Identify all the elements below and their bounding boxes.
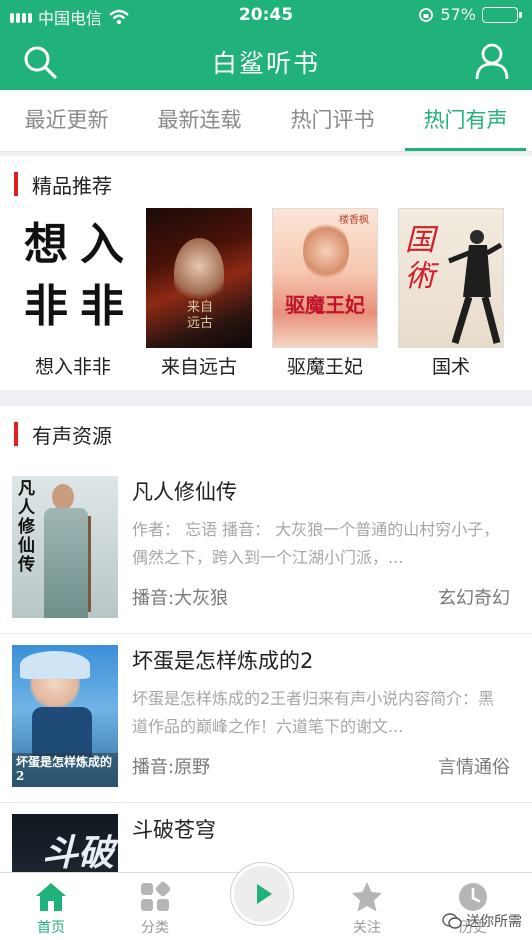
featured-caption: 想入非非 — [34, 356, 111, 378]
battery-icon — [482, 6, 522, 23]
featured-caption: 驱魔王妃 — [286, 356, 363, 378]
wechat-icon — [442, 913, 462, 929]
home-icon — [36, 883, 66, 911]
cover-glyph: 远古 — [186, 316, 213, 331]
cover-glyph: 凡人修仙传 — [18, 479, 35, 575]
featured-heading: 精品推荐 — [14, 172, 112, 198]
book-narrator: 播音:大灰狼 — [132, 588, 229, 609]
cover-glyph: 坏蛋是怎样炼成的2 — [16, 755, 113, 783]
featured-section: 精品推荐 想 入 非 非 想入非非 来自 远古 来自远古 楼香枫 驱魔王妃 驱魔… — [0, 156, 532, 390]
book-title: 斗破苍穹 — [132, 818, 216, 842]
book-cover: 楼香枫 驱魔王妃 — [272, 208, 378, 348]
book-title: 凡人修仙传 — [132, 480, 237, 504]
cover-author: 楼香枫 — [339, 215, 369, 226]
list-item[interactable]: 斗破 斗破苍穹 — [0, 804, 532, 872]
tab-popular-audio[interactable]: 热门有声 — [399, 90, 532, 151]
audio-title: 有声资源 — [32, 423, 112, 448]
rotation-lock-icon — [419, 7, 434, 22]
nav-label: 首页 — [37, 920, 65, 936]
featured-caption: 来自远古 — [160, 356, 237, 378]
nav-follow[interactable]: 关注 — [322, 879, 412, 939]
book-cover: 斗破 — [12, 814, 118, 872]
cover-glyph: 斗破 — [42, 832, 115, 872]
featured-item[interactable]: 国 術 国术 — [398, 208, 504, 378]
book-cover: 国 術 — [398, 208, 504, 348]
status-bar: 中国电信 20:45 57% — [0, 0, 532, 32]
watermark: 送你所需 — [442, 911, 522, 931]
app-header: 白鲨听书 — [0, 32, 532, 90]
app-title: 白鲨听书 — [211, 49, 320, 78]
nav-home[interactable]: 首页 — [6, 879, 96, 939]
book-cover: 凡人修仙传 — [12, 476, 118, 618]
cover-glyph: 非 — [24, 281, 68, 332]
book-cover: 想 入 非 非 — [20, 208, 126, 348]
play-button[interactable] — [231, 863, 293, 925]
book-description: 坏蛋是怎样炼成的2王者归来有声小说内容简介：黑道作品的巅峰之作！六道笔下的谢文.… — [132, 689, 495, 736]
cover-glyph: 想 — [24, 219, 68, 270]
star-icon — [352, 882, 382, 912]
featured-item[interactable]: 想 入 非 非 想入非非 — [20, 208, 126, 378]
watermark-text: 送你所需 — [466, 914, 522, 930]
featured-item[interactable]: 来自 远古 来自远古 — [146, 208, 252, 378]
category-icon — [141, 881, 171, 911]
featured-caption: 国术 — [431, 356, 470, 378]
cover-glyph: 驱魔王妃 — [285, 293, 365, 317]
tab-recent-updates[interactable]: 最近更新 — [0, 90, 133, 151]
book-genre: 玄幻奇幻 — [438, 588, 510, 609]
bottom-nav: 首页 分类 关注 历史 送你所需 — [0, 863, 532, 940]
cover-glyph: 来自 — [186, 300, 213, 315]
category-tabs: 最近更新 最新连载 热门评书 热门有声 — [0, 90, 532, 152]
audio-section: 有声资源 凡人修仙传 凡人修仙传 作者： 忘语 播音： 大灰狼一个普通的山村穷小… — [0, 406, 532, 872]
nav-label: 关注 — [353, 920, 381, 936]
cover-glyph-group: 国 術 — [405, 223, 435, 295]
cover-glyph: 入 — [80, 219, 124, 270]
play-icon — [257, 884, 272, 904]
nav-label: 分类 — [141, 920, 169, 936]
section-accent-bar — [14, 172, 18, 196]
book-title: 坏蛋是怎样炼成的2 — [132, 649, 314, 673]
tab-popular-pingshu[interactable]: 热门评书 — [266, 90, 399, 151]
battery-group: 57% — [418, 5, 522, 24]
cover-glyph: 非 — [80, 281, 124, 332]
user-icon[interactable] — [474, 42, 510, 80]
book-cover: 坏蛋是怎样炼成的2 — [12, 645, 118, 787]
featured-item[interactable]: 楼香枫 驱魔王妃 驱魔王妃 — [272, 208, 378, 378]
cover-glyph: 国 — [405, 223, 435, 258]
featured-row: 想 入 非 非 想入非非 来自 远古 来自远古 楼香枫 驱魔王妃 驱魔王妃 国 … — [0, 208, 532, 378]
tab-new-serials[interactable]: 最新连载 — [133, 90, 266, 151]
book-description: 作者： 忘语 播音： 大灰狼一个普通的山村穷小子，偶然之下，跨入到一个江湖小门派… — [132, 520, 500, 567]
list-item[interactable]: 坏蛋是怎样炼成的2 坏蛋是怎样炼成的2 坏蛋是怎样炼成的2王者归来有声小说内容简… — [0, 635, 532, 803]
cover-glyph: 術 — [405, 259, 435, 294]
book-cover: 来自 远古 — [146, 208, 252, 348]
audio-heading: 有声资源 — [14, 422, 112, 448]
clock-icon — [459, 883, 487, 911]
book-genre: 言情通俗 — [438, 757, 510, 778]
nav-category[interactable]: 分类 — [110, 879, 200, 939]
martial-artist-figure — [448, 230, 503, 345]
battery-percent: 57% — [440, 5, 476, 24]
featured-title: 精品推荐 — [32, 173, 112, 198]
book-narrator: 播音:原野 — [132, 757, 211, 778]
section-accent-bar — [14, 422, 18, 446]
list-item[interactable]: 凡人修仙传 凡人修仙传 作者： 忘语 播音： 大灰狼一个普通的山村穷小子，偶然之… — [0, 466, 532, 634]
